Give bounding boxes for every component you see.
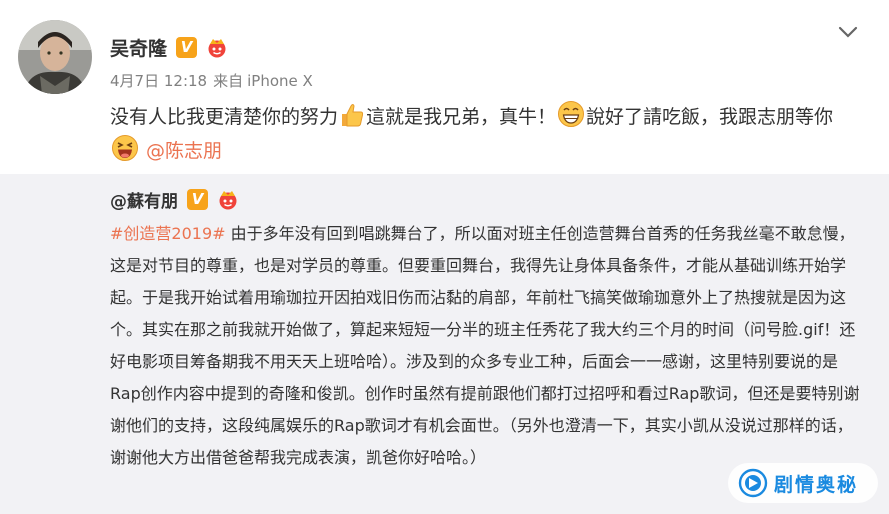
weibo-post: 吴奇隆 V 4月7日 12:18 来自 iPhone X 没有人比我更清楚你的努力 … (0, 0, 889, 514)
mention-link[interactable]: @陈志朋 (146, 140, 222, 162)
post-text-part-3: 說好了請吃飯，我跟志朋等你 (586, 106, 834, 128)
topic-link[interactable]: #创造营2019# (110, 224, 226, 243)
verified-v-icon: V (176, 36, 198, 58)
post-time[interactable]: 4月7日 12:18 (110, 72, 207, 90)
watermark-logo-icon (738, 468, 768, 498)
watermark: 剧情奥秘 (728, 463, 878, 503)
source-prefix: 来自 (213, 72, 244, 90)
repost-body: 由于多年没有回到唱跳舞台了，所以面对班主任创造营舞台首秀的任务我丝毫不敢怠慢，这… (110, 224, 860, 467)
post-text-part-1: 没有人比我更清楚你的努力 (110, 106, 339, 128)
post-text: 没有人比我更清楚你的努力 這就是我兄弟，真牛！ 說好了請吃飯，我跟志朋等你 @陈… (110, 100, 850, 168)
crown-badge-icon (219, 191, 237, 210)
chevron-down-icon[interactable] (837, 24, 859, 40)
post-meta: 4月7日 12:18 来自 iPhone X (110, 70, 313, 91)
crown-badge-icon (208, 39, 226, 58)
post-author: 吴奇隆 V (110, 34, 229, 60)
repost-text: #创造营2019# 由于多年没有回到唱跳舞台了，所以面对班主任创造营舞台首秀的任… (110, 218, 862, 474)
repost-author: @蘇有朋 V (110, 186, 240, 212)
thumbs-up-emoji (342, 104, 364, 127)
grin-emoji (558, 101, 585, 127)
verified-v-icon: V (187, 188, 208, 210)
repost-author-name[interactable]: @蘇有朋 (110, 187, 178, 212)
post-source[interactable]: iPhone X (247, 72, 313, 90)
post-text-part-2: 這就是我兄弟，真牛！ (366, 106, 557, 128)
watermark-text: 剧情奥秘 (774, 473, 859, 496)
author-name[interactable]: 吴奇隆 (110, 34, 167, 61)
avatar[interactable] (18, 20, 92, 94)
laugh-emoji (112, 135, 138, 161)
